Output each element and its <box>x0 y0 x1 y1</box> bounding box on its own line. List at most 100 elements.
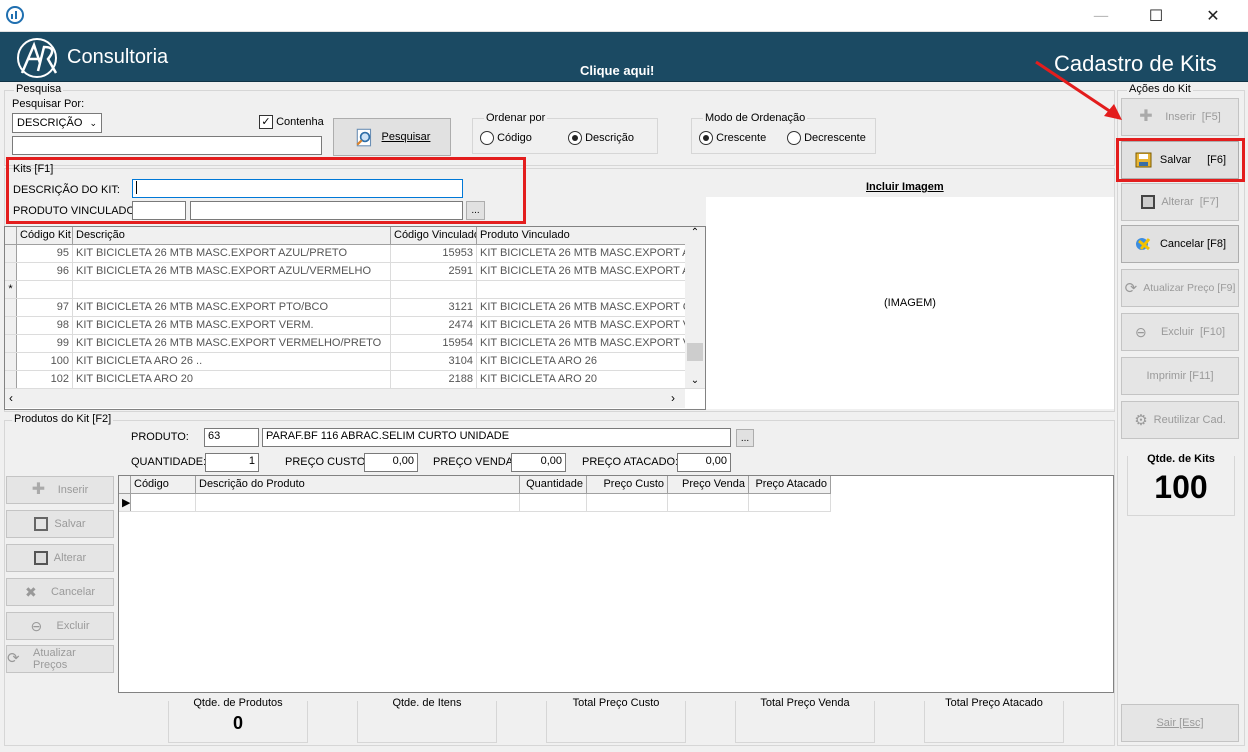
cell-linked-product[interactable]: KIT BICICLETA 26 MTB MASC.EXPORT GRA <box>477 299 687 316</box>
cell-linked-code[interactable]: 2474 <box>391 317 477 334</box>
cell-linked-code[interactable]: 2591 <box>391 263 477 280</box>
cell-linked-product[interactable]: KIT BICICLETA 26 MTB MASC.EXPORT VERM <box>477 317 687 334</box>
table-row[interactable]: 100 KIT BICICLETA ARO 26 .. 3104 KIT BICICL… <box>5 353 705 371</box>
cell-description[interactable]: KIT BICICLETA 26 MTB MASC.EXPORT AZUL/VE… <box>73 263 391 280</box>
kit-update-price-button[interactable]: ⟳ Atualizar Preço [F9] <box>1121 269 1239 307</box>
contains-checkbox[interactable]: ✓ Contenha <box>259 115 324 129</box>
search-input[interactable] <box>12 136 322 155</box>
cost-price-input[interactable]: 0,00 <box>364 453 418 472</box>
order-codigo-radio[interactable]: Código <box>480 131 532 145</box>
cell-description[interactable]: KIT BICICLETA ARO 20 <box>73 371 391 388</box>
table-row[interactable]: 99 KIT BICICLETA 26 MTB MASC.EXPORT VERME… <box>5 335 705 353</box>
cell-kit-code[interactable]: 100 <box>17 353 73 370</box>
product-insert-button[interactable]: ✚ Inserir <box>6 476 114 504</box>
vscroll-thumb[interactable] <box>687 343 703 361</box>
sort-descending-radio[interactable]: Decrescente <box>787 131 866 145</box>
cell-kit-code[interactable]: 96 <box>17 263 73 280</box>
kit-reuse-button[interactable]: ⚙ Reutilizar Cad. <box>1121 401 1239 439</box>
table-row[interactable]: 95 KIT BICICLETA 26 MTB MASC.EXPORT AZUL/… <box>5 245 705 263</box>
col-kit-code[interactable]: Código Kit <box>17 227 73 244</box>
cell-description[interactable]: KIT BICICLETA 26 MTB MASC.EXPORT PTO/BCO <box>73 299 391 316</box>
cell-linked-product[interactable]: KIT BICICLETA 26 MTB MASC.EXPORT AZU <box>477 263 687 280</box>
kit-description-input[interactable] <box>132 179 463 198</box>
linked-product-desc-input[interactable] <box>190 201 463 220</box>
kit-cancel-button[interactable]: Cancelar [F8] <box>1121 225 1239 263</box>
cell-description[interactable] <box>73 281 391 298</box>
table-row[interactable]: 102 KIT BICICLETA ARO 20 2188 KIT BICICLETA… <box>5 371 705 389</box>
cell-linked-code[interactable]: 3104 <box>391 353 477 370</box>
col-linked-product[interactable]: Produto Vinculado <box>477 227 687 244</box>
scroll-down-icon[interactable]: ⌄ <box>685 375 705 386</box>
col-product-code[interactable]: Código <box>131 476 196 493</box>
cell-description[interactable]: KIT BICICLETA 26 MTB MASC.EXPORT VERM. <box>73 317 391 334</box>
cell-kit-code[interactable]: 98 <box>17 317 73 334</box>
table-row[interactable]: 97 KIT BICICLETA 26 MTB MASC.EXPORT PTO/B… <box>5 299 705 317</box>
close-icon[interactable]: ✕ <box>1190 0 1236 32</box>
table-row[interactable]: * <box>5 281 705 299</box>
kits-grid-hscrollbar[interactable]: ‹ › <box>5 389 685 408</box>
exit-button[interactable]: Sair [Esc] <box>1121 704 1239 742</box>
cell-linked-product[interactable]: KIT BICICLETA 26 MTB MASC.EXPORT VERM <box>477 335 687 352</box>
quantity-input[interactable]: 1 <box>205 453 259 472</box>
cell-linked-product[interactable]: KIT BICICLETA ARO 26 <box>477 353 687 370</box>
cell-linked-code[interactable]: 15953 <box>391 245 477 262</box>
kits-grid[interactable]: Código Kit Descrição Código Vinculado Pr… <box>4 226 706 410</box>
table-row[interactable]: 96 KIT BICICLETA 26 MTB MASC.EXPORT AZUL/… <box>5 263 705 281</box>
update-prices-button[interactable]: ⟳ Atualizar Preços <box>6 645 114 673</box>
click-here-link[interactable]: Clique aqui! <box>580 63 654 78</box>
cell-description[interactable]: KIT BICICLETA ARO 26 .. <box>73 353 391 370</box>
kit-products-grid[interactable]: Código Descrição do Produto Quantidade P… <box>118 475 1114 693</box>
cell-linked-code[interactable] <box>391 281 477 298</box>
kit-edit-button[interactable]: Alterar [F7] <box>1121 183 1239 221</box>
linked-product-lookup-button[interactable]: ... <box>466 201 485 220</box>
product-desc-input[interactable]: PARAF.BF 116 ABRAC.SELIM CURTO UNIDADE <box>262 428 731 447</box>
table-row[interactable]: ▶ <box>119 494 831 512</box>
cell-kit-code[interactable] <box>17 281 73 298</box>
product-code-input[interactable]: 63 <box>204 428 259 447</box>
cell-linked-product[interactable]: KIT BICICLETA ARO 20 <box>477 371 687 388</box>
col-quantity[interactable]: Quantidade <box>520 476 587 493</box>
col-cost-price[interactable]: Preço Custo <box>587 476 668 493</box>
kits-grid-vscrollbar[interactable]: ⌃ ⌄ <box>685 227 705 388</box>
cell-kit-code[interactable]: 95 <box>17 245 73 262</box>
wholesale-price-input[interactable]: 0,00 <box>677 453 731 472</box>
col-product-description[interactable]: Descrição do Produto <box>196 476 520 493</box>
col-linked-code[interactable]: Código Vinculado <box>391 227 477 244</box>
kit-image-box[interactable]: (IMAGEM) <box>706 197 1114 409</box>
cell-kit-code[interactable]: 97 <box>17 299 73 316</box>
product-cancel-button[interactable]: ✖ Cancelar <box>6 578 114 606</box>
search-by-select[interactable]: DESCRIÇÃO ⌄ <box>12 113 102 133</box>
cell-linked-code[interactable]: 2188 <box>391 371 477 388</box>
cell-linked-product[interactable] <box>477 281 687 298</box>
scroll-right-icon[interactable]: › <box>671 391 675 405</box>
product-lookup-button[interactable]: ... <box>736 429 754 447</box>
order-descricao-radio[interactable]: Descrição <box>568 131 634 145</box>
kit-print-button[interactable]: Imprimir [F11] <box>1121 357 1239 395</box>
cell-description[interactable]: KIT BICICLETA 26 MTB MASC.EXPORT VERMELH… <box>73 335 391 352</box>
minimize-icon[interactable]: — <box>1078 0 1124 32</box>
scroll-up-icon[interactable]: ⌃ <box>685 227 705 238</box>
sale-price-input[interactable]: 0,00 <box>511 453 566 472</box>
product-delete-button[interactable]: ⊖ Excluir <box>6 612 114 640</box>
table-row[interactable]: 98 KIT BICICLETA 26 MTB MASC.EXPORT VERM.… <box>5 317 705 335</box>
kit-delete-button[interactable]: ⊖ Excluir [F10] <box>1121 313 1239 351</box>
col-sale-price[interactable]: Preço Venda <box>668 476 749 493</box>
maximize-icon[interactable]: ☐ <box>1133 0 1179 32</box>
product-save-button[interactable]: Salvar <box>6 510 114 538</box>
product-edit-button[interactable]: Alterar <box>6 544 114 572</box>
scroll-left-icon[interactable]: ‹ <box>9 391 13 405</box>
cell-description[interactable]: KIT BICICLETA 26 MTB MASC.EXPORT AZUL/PR… <box>73 245 391 262</box>
cell-kit-code[interactable]: 99 <box>17 335 73 352</box>
sort-ascending-radio[interactable]: Crescente <box>699 131 766 145</box>
cell-kit-code[interactable]: 102 <box>17 371 73 388</box>
search-button[interactable]: Pesquisar <box>333 118 451 156</box>
cell-linked-code[interactable]: 3121 <box>391 299 477 316</box>
kit-insert-button[interactable]: ✚ Inserir [F5] <box>1121 98 1239 136</box>
cell-linked-product[interactable]: KIT BICICLETA 26 MTB MASC.EXPORT AZU <box>477 245 687 262</box>
kit-save-button[interactable]: Salvar [F6] <box>1121 141 1239 179</box>
col-wholesale-price[interactable]: Preço Atacado <box>749 476 831 493</box>
cell-linked-code[interactable]: 15954 <box>391 335 477 352</box>
col-description[interactable]: Descrição <box>73 227 391 244</box>
include-image-link[interactable]: Incluir Imagem <box>866 181 944 193</box>
linked-product-code-input[interactable] <box>132 201 186 220</box>
